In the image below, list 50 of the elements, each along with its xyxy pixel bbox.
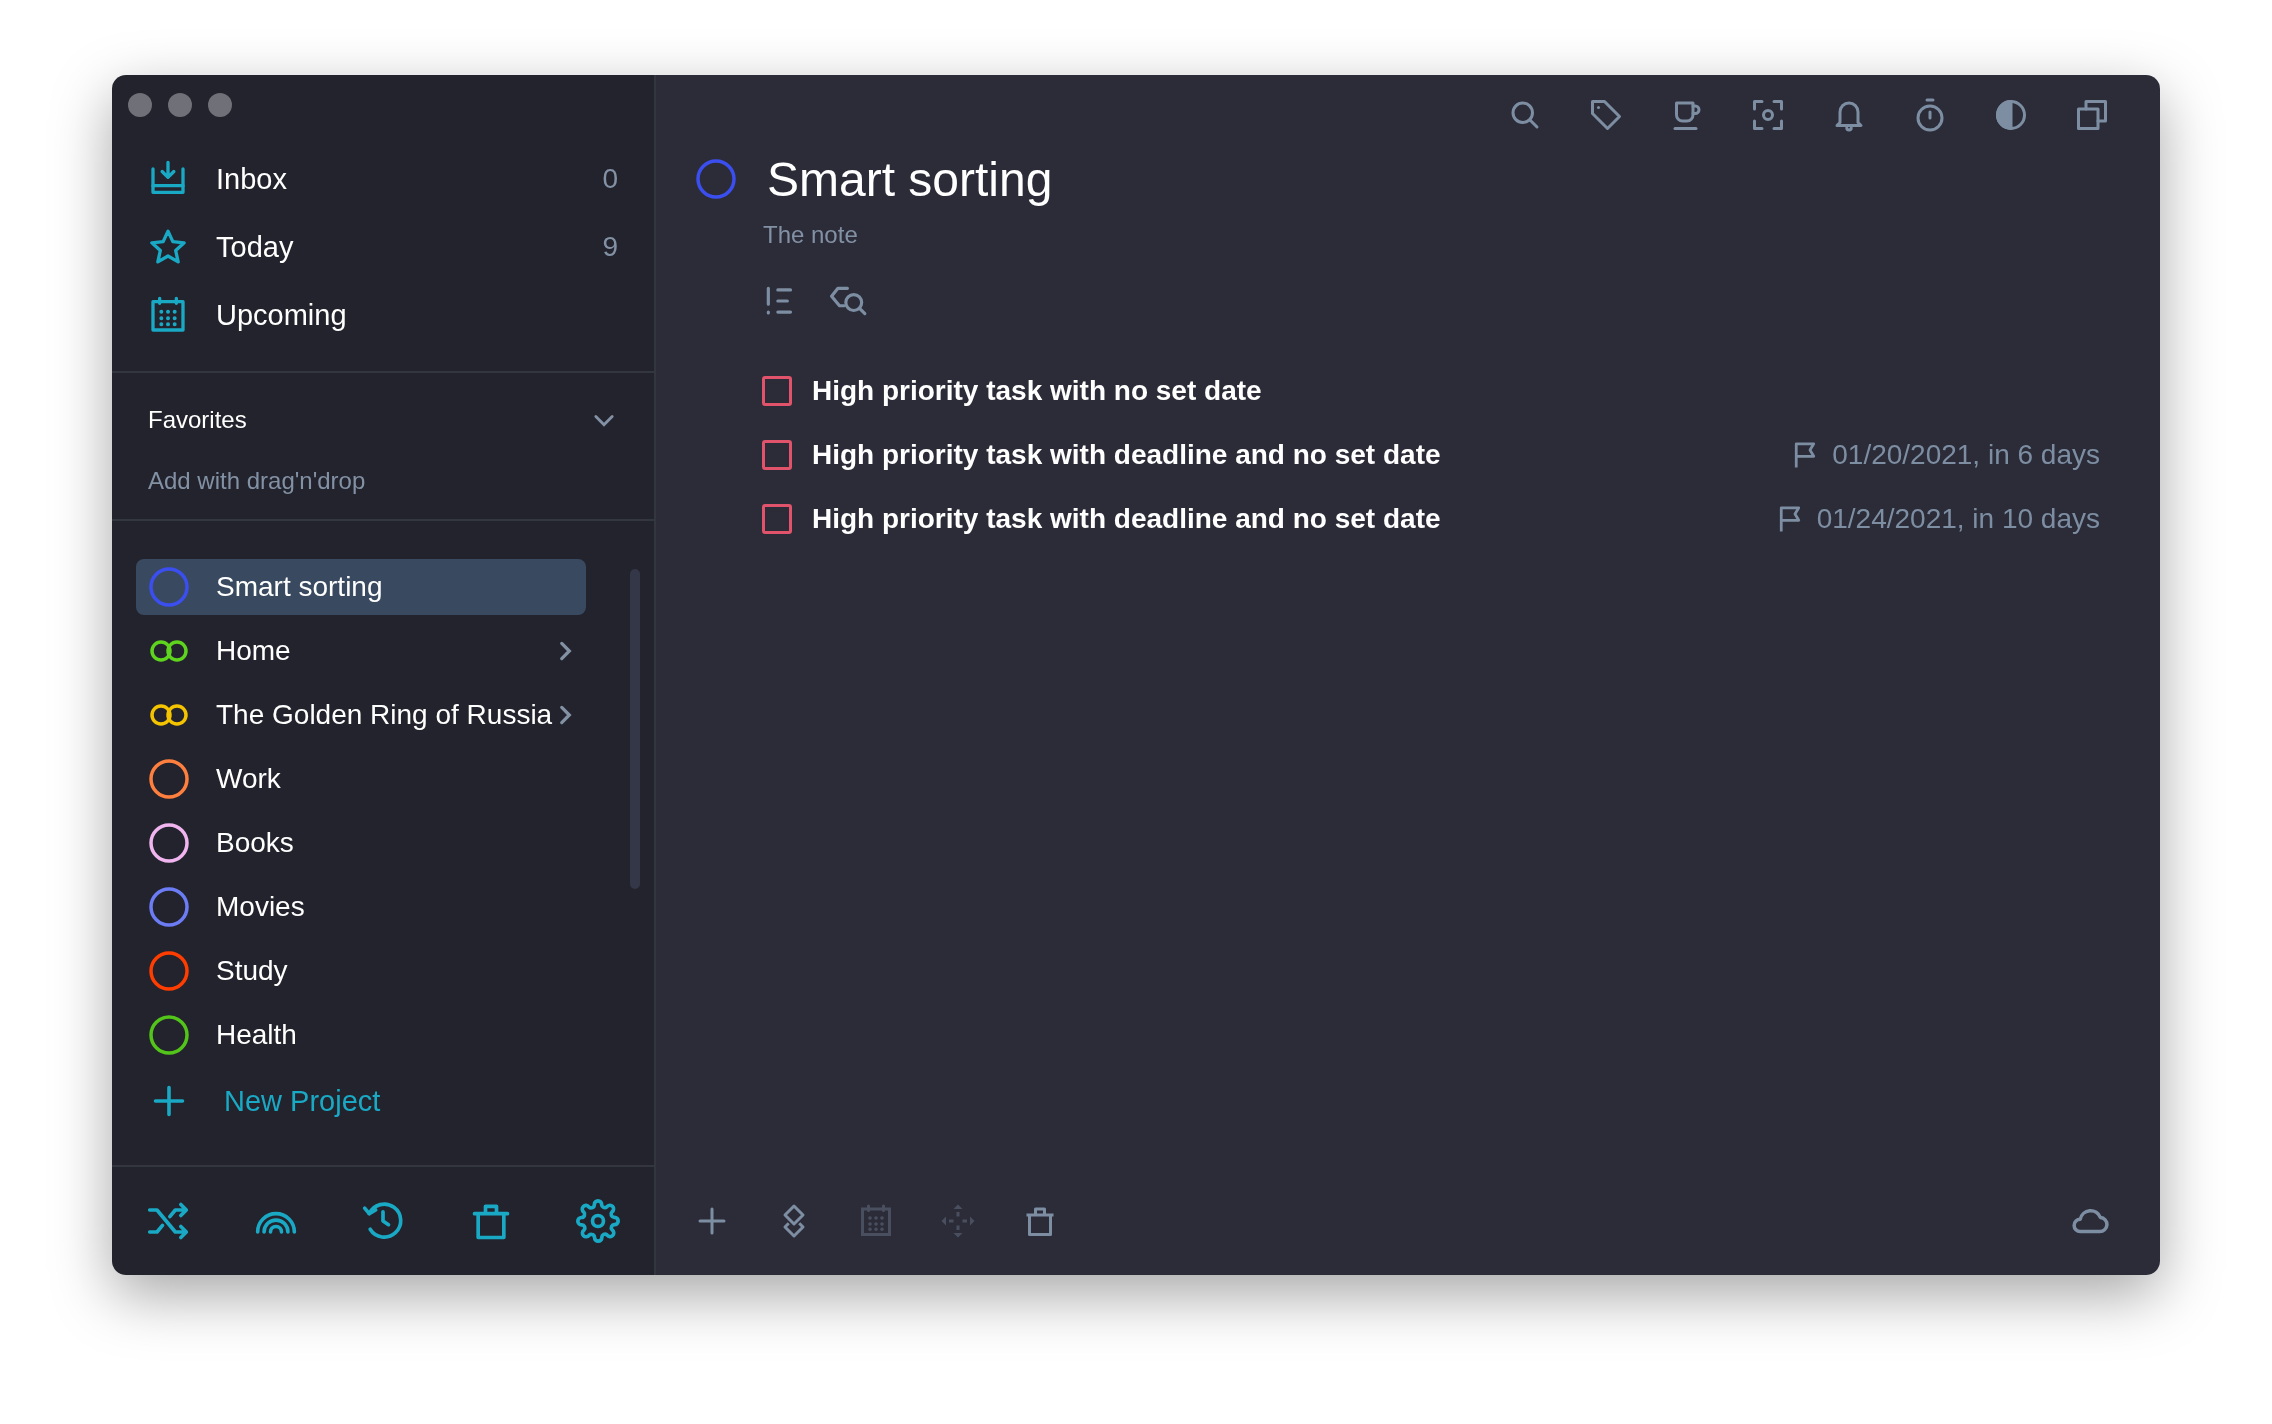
project-label: Study [216, 955, 289, 987]
star-icon[interactable] [148, 227, 188, 267]
task-checkbox[interactable] [762, 504, 792, 534]
item-count: 9 [602, 231, 618, 263]
project-item[interactable]: Health [136, 1007, 586, 1063]
task-title: High priority task with deadline and no set date [812, 503, 1442, 535]
project-ring-icon [694, 157, 738, 201]
sidebar-item-label: Inbox [216, 162, 288, 196]
contrast-icon[interactable] [1993, 97, 2029, 133]
project-item[interactable]: Movies [136, 879, 586, 935]
project-label: Smart sorting [216, 571, 384, 603]
project-label: Home [216, 635, 292, 667]
window-zoom-button[interactable] [208, 93, 232, 117]
sidebar-item[interactable]: Inbox 0 [112, 145, 654, 213]
task-checkbox[interactable] [762, 440, 792, 470]
favorites-hint: Add with drag'n'drop [148, 467, 366, 495]
new-project-link[interactable]: New Project [224, 1084, 381, 1118]
project-item[interactable]: Study [136, 943, 586, 999]
project-label: Work [216, 763, 282, 795]
project-label: Movies [216, 891, 306, 923]
project-label: Health [216, 1019, 298, 1051]
task-title: High priority task with no set date [812, 375, 1263, 407]
project-item[interactable]: Work [136, 751, 586, 807]
project-item[interactable]: The Golden Ring of Russia [136, 687, 586, 743]
project-item[interactable]: Home [136, 623, 586, 679]
favorites-heading: Favorites [148, 406, 247, 434]
tag-icon[interactable] [1588, 97, 1624, 133]
task-title: High priority task with deadline and no set date [812, 439, 1442, 471]
project-item[interactable]: Books [136, 815, 586, 871]
project-label: Books [216, 827, 295, 859]
calendar-icon[interactable] [148, 295, 188, 335]
sidebar-item[interactable]: Upcoming [112, 281, 654, 349]
project-label: The Golden Ring of Russia [216, 699, 553, 731]
project-item[interactable]: Smart sorting [136, 559, 586, 615]
sidebar-item-label: Today [216, 230, 295, 264]
project-title: Smart sorting [767, 151, 1053, 207]
sidebar-item[interactable]: Today 9 [112, 213, 654, 281]
window-close-button[interactable] [128, 93, 152, 117]
settings-icon[interactable] [576, 1199, 620, 1243]
scrollbar[interactable] [630, 569, 640, 889]
task-deadline: 01/24/2021, in 10 days [1816, 503, 2100, 535]
copy-icon[interactable] [2074, 97, 2110, 133]
window-minimize-button[interactable] [168, 93, 192, 117]
item-count: 0 [602, 163, 618, 195]
focus-icon[interactable] [1750, 97, 1786, 133]
plus-icon[interactable] [151, 1083, 187, 1119]
task-checkbox[interactable] [762, 376, 792, 406]
sidebar-item-label: Upcoming [216, 298, 348, 332]
task-deadline: 01/20/2021, in 6 days [1832, 439, 2100, 471]
project-note: The note [763, 221, 859, 249]
